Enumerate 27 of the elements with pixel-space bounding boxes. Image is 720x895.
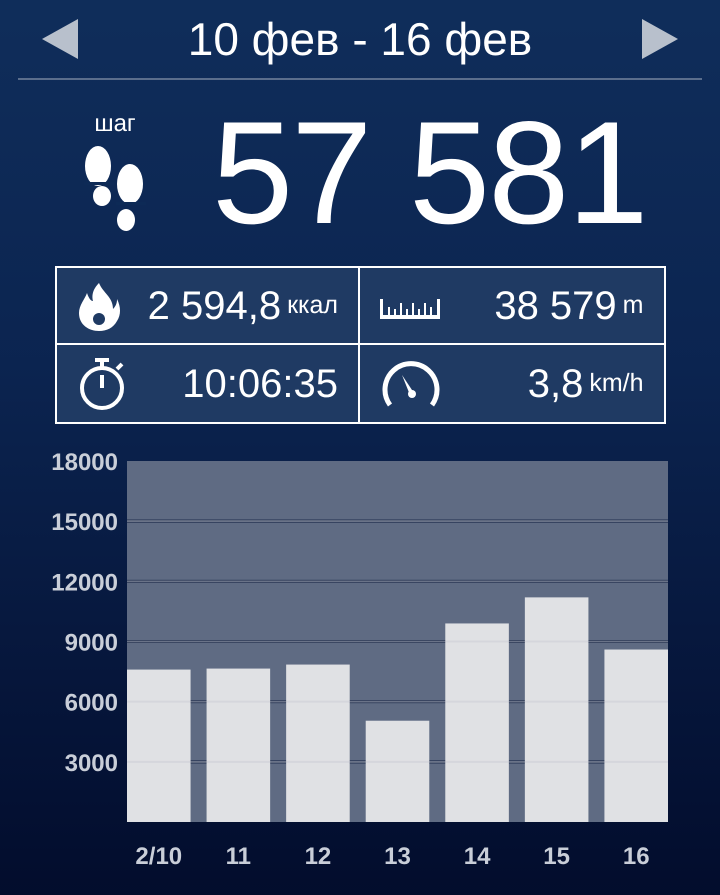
y-axis-label: 9000 [64, 630, 118, 656]
speedometer-icon [380, 358, 442, 408]
x-axis-label: 11 [226, 843, 252, 870]
y-axis-label: 3000 [64, 750, 118, 777]
y-axis-label: 12000 [51, 569, 118, 596]
x-axis-label: 2/10 [135, 843, 182, 870]
y-axis-label: 6000 [64, 690, 118, 717]
y-axis-label: 15000 [51, 509, 118, 536]
stat-value: 3,8 [528, 364, 584, 404]
stat-unit: km/h [589, 371, 644, 396]
x-axis-label: 13 [384, 843, 411, 870]
previous-arrow-icon[interactable] [42, 19, 78, 59]
stat-value: 38 579 [494, 286, 617, 326]
stat-unit: ккал [287, 293, 338, 318]
x-axis-label: 15 [543, 843, 570, 870]
flame-icon [76, 280, 120, 330]
x-axis-label: 14 [464, 843, 490, 870]
y-axis-label: 18000 [51, 449, 118, 476]
x-axis-label: 16 [622, 843, 650, 870]
x-axis-label: 12 [304, 843, 332, 870]
steps-label: шаг [94, 112, 136, 136]
date-range-title: 10 фев - 16 фев [188, 16, 532, 62]
stat-unit: m [622, 293, 644, 318]
step-count: 57 581 [212, 100, 647, 246]
stat-value: 2 594,8 [148, 286, 282, 326]
next-arrow-icon[interactable] [642, 19, 678, 59]
stat-value: 10:06:35 [182, 364, 338, 404]
